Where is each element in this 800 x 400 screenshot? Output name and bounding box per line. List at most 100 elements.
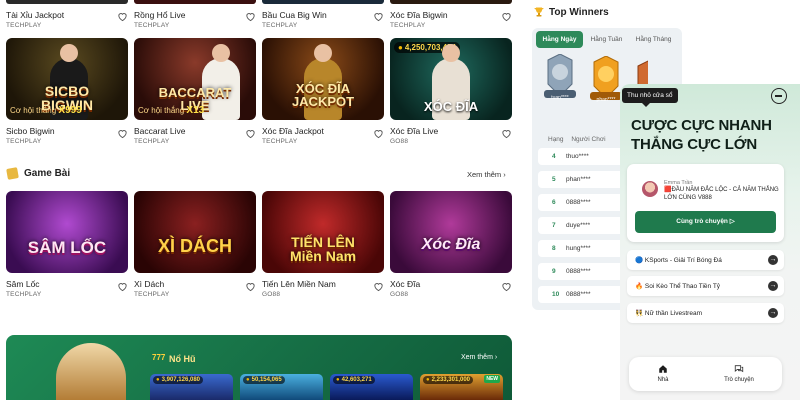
section-title: Game Bài bbox=[24, 168, 71, 179]
game-name: Baccarat Live bbox=[134, 126, 186, 136]
game-card[interactable]: SÂM LỐC Sâm Lốc TECHPLAY bbox=[6, 191, 128, 298]
game-provider: TECHPLAY bbox=[134, 22, 170, 29]
game-thumbnail[interactable]: SÂM LỐC bbox=[6, 191, 128, 273]
game-card[interactable]: 4,250,703,454 XÓC ĐĨA Xóc Đĩa Live GO88 bbox=[390, 38, 512, 145]
game-card[interactable]: Xóc Đĩa Xóc Đĩa GO88 bbox=[390, 191, 512, 298]
game-thumbnail[interactable]: XÓC ĐĨA JACKPOT bbox=[262, 38, 384, 120]
message-text: 🟥ĐẦU NĂM ĐẮC LỘC - CẢ NĂM THẮNG LỚN CÙNG… bbox=[664, 187, 779, 201]
game-card[interactable]: Rồng Hổ Live TECHPLAY bbox=[134, 0, 256, 29]
start-chat-button[interactable]: Cùng trò chuyện ▷ bbox=[635, 211, 776, 233]
heart-icon[interactable] bbox=[117, 279, 128, 292]
game-name: Sicbo Bigwin bbox=[6, 126, 55, 136]
channel-link-ksports[interactable]: 🔵 KSports - Giải Trí Bóng Đá → bbox=[627, 250, 784, 270]
arrow-right-icon: → bbox=[768, 281, 778, 291]
game-card[interactable]: Tài Xỉu Jackpot TECHPLAY bbox=[6, 0, 128, 29]
nav-home[interactable]: Nhà bbox=[638, 364, 688, 383]
nav-chat[interactable]: Trò chuyện bbox=[714, 364, 764, 383]
jackpot-amount: 50,154,065 bbox=[243, 376, 285, 384]
channel-label: 🔥 Soi Kèo Thể Thao Tiền Tỷ bbox=[635, 283, 721, 290]
heart-icon[interactable] bbox=[373, 126, 384, 139]
game-thumbnail[interactable]: BACCARAT LIVE Cơ hội thắng X13 bbox=[134, 38, 256, 120]
podium-rank-2: tuan**** bbox=[542, 53, 578, 108]
game-name: Rồng Hổ Live bbox=[134, 10, 186, 20]
game-thumbnail[interactable]: Xóc Đĩa bbox=[390, 191, 512, 273]
trophy-icon bbox=[534, 7, 544, 17]
heart-icon[interactable] bbox=[501, 126, 512, 139]
heart-icon[interactable] bbox=[117, 9, 128, 22]
game-thumbnail[interactable]: XÌ DÁCH bbox=[134, 191, 256, 273]
rank-number: 10 bbox=[552, 291, 560, 298]
game-art-subtitle: Cơ hội thắng X13 bbox=[138, 105, 205, 116]
rank-number: 4 bbox=[552, 153, 556, 160]
game-provider: TECHPLAY bbox=[262, 22, 298, 29]
heart-icon[interactable] bbox=[245, 126, 256, 139]
slot-game-card[interactable]: 50,154,065 bbox=[240, 374, 323, 400]
game-thumbnail[interactable]: 4,250,703,454 XÓC ĐĨA bbox=[390, 38, 512, 120]
player-name: hung**** bbox=[566, 245, 591, 252]
game-card-thumb-strip[interactable] bbox=[390, 0, 512, 4]
home-icon bbox=[659, 365, 667, 373]
heart-icon[interactable] bbox=[117, 126, 128, 139]
jackpot-amount: 3,907,126,080 bbox=[153, 376, 203, 384]
game-card[interactable]: Bầu Cua Big Win TECHPLAY bbox=[262, 0, 384, 29]
tab-monthly[interactable]: Hằng Tháng bbox=[630, 31, 677, 48]
rank-number: 6 bbox=[552, 199, 556, 206]
heart-icon[interactable] bbox=[501, 9, 512, 22]
podium-name: phan**** bbox=[596, 97, 616, 103]
heart-icon[interactable] bbox=[245, 279, 256, 292]
section-title: Nổ Hũ bbox=[169, 354, 196, 364]
game-art-title: XÌ DÁCH bbox=[157, 236, 232, 256]
game-name: Xóc Đĩa Jackpot bbox=[262, 126, 324, 136]
game-name: Xóc Đĩa Bigwin bbox=[390, 10, 448, 20]
jackpot-amount: 2,233,301,000 bbox=[423, 376, 473, 384]
game-card[interactable]: SICBO BIGWIN Cơ hội thắng X999 Sicbo Big… bbox=[6, 38, 128, 145]
game-art-title: XÓC ĐĨA JACKPOT bbox=[291, 81, 355, 109]
game-thumbnail[interactable]: TIẾN LÊN Miền Nam bbox=[262, 191, 384, 273]
game-provider: TECHPLAY bbox=[262, 138, 298, 145]
slot-game-card[interactable]: 3,907,126,080 bbox=[150, 374, 233, 400]
game-art-title: Xóc Đĩa bbox=[421, 236, 481, 253]
new-badge: NEW bbox=[484, 375, 500, 383]
see-more-link[interactable]: Xem thêm › bbox=[461, 354, 497, 361]
minimize-button[interactable] bbox=[771, 88, 787, 104]
game-card[interactable]: XÓC ĐĨA JACKPOT Xóc Đĩa Jackpot TECHPLAY bbox=[262, 38, 384, 145]
game-card-thumb-strip[interactable] bbox=[134, 0, 256, 4]
cards-icon bbox=[6, 167, 19, 180]
rank-column-label: Hạng bbox=[548, 136, 564, 143]
game-card-thumb-strip[interactable] bbox=[6, 0, 128, 4]
player-name: thuo**** bbox=[566, 153, 589, 160]
heart-icon[interactable] bbox=[245, 9, 256, 22]
zeus-figure bbox=[56, 343, 126, 400]
game-name: Tiến Lên Miền Nam bbox=[262, 279, 336, 289]
arrow-right-icon: → bbox=[768, 308, 778, 318]
game-card[interactable]: TIẾN LÊN Miền Nam Tiến Lên Miền Nam GO88 bbox=[262, 191, 384, 298]
game-name: Sâm Lốc bbox=[6, 279, 40, 289]
game-art-title: SÂM LỐC bbox=[27, 238, 107, 257]
see-more-link[interactable]: Xem thêm › bbox=[467, 170, 506, 179]
game-card[interactable]: Xóc Đĩa Bigwin TECHPLAY bbox=[390, 0, 512, 29]
player-name: 0888**** bbox=[566, 268, 591, 275]
channel-link-livestream[interactable]: 👯 Nữ thần Livestream → bbox=[627, 303, 784, 323]
game-provider: TECHPLAY bbox=[6, 138, 42, 145]
game-card[interactable]: BACCARAT LIVE Cơ hội thắng X13 Baccarat … bbox=[134, 38, 256, 145]
slot-game-card[interactable]: 42,603,271 bbox=[330, 374, 413, 400]
popup-headline: CƯỢC CỰC NHANH THẮNG CỰC LỚN bbox=[631, 117, 772, 153]
channel-link-soi-keo[interactable]: 🔥 Soi Kèo Thể Thao Tiền Tỷ → bbox=[627, 276, 784, 296]
heart-icon[interactable] bbox=[373, 279, 384, 292]
heart-icon[interactable] bbox=[501, 279, 512, 292]
slot-game-card[interactable]: 2,233,301,000 NEW bbox=[420, 374, 503, 400]
heart-icon[interactable] bbox=[373, 9, 384, 22]
game-provider: GO88 bbox=[390, 291, 409, 298]
game-card[interactable]: XÌ DÁCH Xì Dách TECHPLAY bbox=[134, 191, 256, 298]
tab-weekly[interactable]: Hằng Tuần bbox=[583, 31, 630, 48]
player-column-label: Người Chơi bbox=[571, 136, 606, 143]
game-name: Xì Dách bbox=[134, 279, 165, 289]
winners-tabs: Hằng Ngày Hằng Tuần Hằng Tháng bbox=[536, 31, 677, 48]
game-art-title: XÓC ĐĨA bbox=[423, 99, 479, 114]
message-author: Emma Trần bbox=[664, 180, 693, 186]
chat-bubbles-icon bbox=[734, 365, 744, 373]
tab-daily[interactable]: Hằng Ngày bbox=[536, 31, 583, 48]
game-card-thumb-strip[interactable] bbox=[262, 0, 384, 4]
rank-number: 8 bbox=[552, 245, 556, 252]
game-thumbnail[interactable]: SICBO BIGWIN Cơ hội thắng X999 bbox=[6, 38, 128, 120]
